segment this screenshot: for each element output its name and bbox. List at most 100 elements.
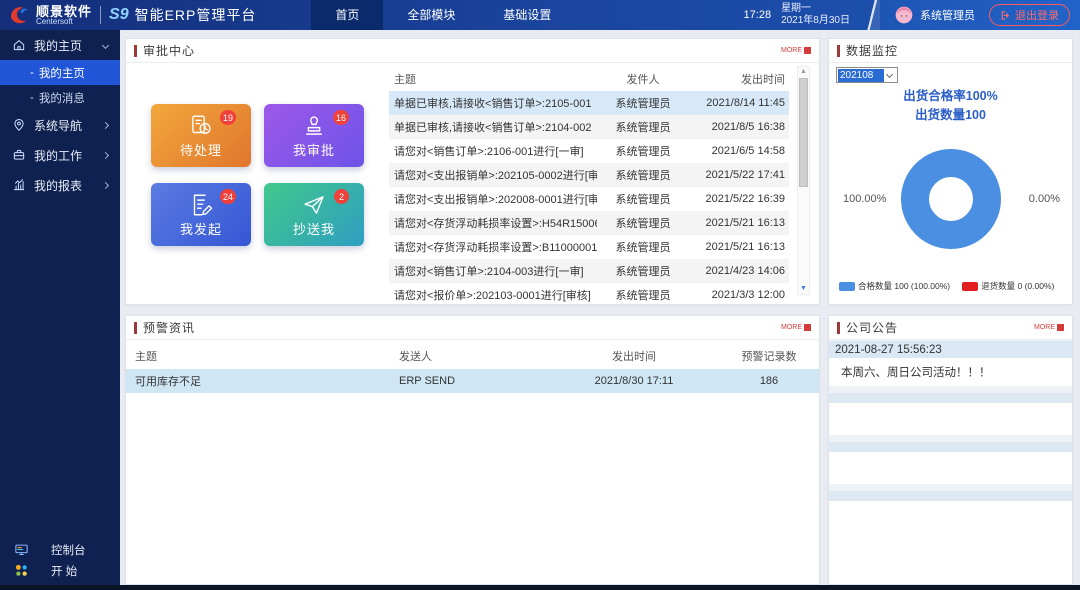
home-icon <box>12 38 26 52</box>
announcements-more-link[interactable]: MORE <box>1034 324 1064 331</box>
chevron-right-icon <box>102 151 109 158</box>
approval-table-scrollbar[interactable]: ▲ ▼ <box>797 66 810 295</box>
monitor-panel-title: 数据监控 <box>846 42 898 59</box>
alerts-more-link[interactable]: MORE <box>781 324 811 331</box>
legend-swatch <box>962 282 978 291</box>
period-value: 202108 <box>838 69 884 82</box>
table-row[interactable]: 请您对<销售订单>:2104-003进行[一审]系统管理员2021/4/23 1… <box>389 259 789 283</box>
announcement-content <box>829 403 1072 435</box>
pass-rate-text: 出货合格率100% <box>829 87 1072 106</box>
table-row[interactable]: 请您对<报价单>:202103-0001进行[审核]系统管理员2021/3/3 … <box>389 283 789 307</box>
chevron-down-icon <box>102 41 109 48</box>
column-header: 发出时间 <box>689 71 789 87</box>
cell-subject: 单据已审核,请接收<销售订单>:2104-002 <box>389 119 597 135</box>
chart-legend: 合格数量 100 (100.00%)退货数量 0 (0.00%) <box>839 280 1054 292</box>
period-dropdown[interactable]: 202108 <box>836 67 898 83</box>
nav-tab[interactable]: 全部模块 <box>383 0 479 30</box>
alert-row[interactable]: 可用库存不足ERP SEND2021/8/30 17:11186 <box>126 369 819 393</box>
briefcase-icon <box>12 148 26 162</box>
cell-sender: 系统管理员 <box>597 287 689 303</box>
legend-item: 退货数量 0 (0.00%) <box>962 280 1054 292</box>
table-row[interactable]: 请您对<存货浮动耗损率设置>:H54R15006002进行[审核]系统管理员20… <box>389 211 789 235</box>
approval-tile[interactable]: 抄送我2 <box>264 183 364 246</box>
weekday: 星期一 <box>781 3 850 16</box>
table-row[interactable]: 单据已审核,请接收<销售订单>:2104-002系统管理员2021/8/5 16… <box>389 115 789 139</box>
sidebar-menu: 我的主页-我的主页-我的消息系统导航我的工作我的报表 <box>0 30 120 200</box>
nav-tab[interactable]: 首页 <box>311 0 383 30</box>
company-logo-icon <box>8 3 32 27</box>
announcements-panel: 公司公告 MORE 2021-08-27 15:56:23本周六、周日公司活动！… <box>828 315 1073 585</box>
chevron-down-icon <box>886 70 893 77</box>
top-header: 顺景软件 Centersoft S9 智能ERP管理平台 首页全部模块基础设置 … <box>0 0 1080 30</box>
logout-button[interactable]: 退出登录 <box>989 4 1070 26</box>
navigation-icon <box>12 118 26 132</box>
scroll-up-icon[interactable]: ▲ <box>798 67 809 77</box>
title-accent-bar <box>134 45 137 57</box>
shipment-count-text: 出货数量100 <box>829 106 1072 125</box>
announcements-panel-header: 公司公告 MORE <box>829 316 1072 340</box>
chevron-right-icon <box>102 121 109 128</box>
announcement-date: 2021-08-27 15:56:23 <box>829 341 1072 358</box>
cell-time: 2021/8/5 16:38 <box>689 121 789 133</box>
alerts-panel: 预警资讯 MORE 主题发送人发出时间预警记录数 可用库存不足ERP SEND2… <box>125 315 820 585</box>
donut-right-label: 0.00% <box>1029 193 1060 205</box>
title-accent-bar <box>837 45 840 57</box>
alerts-table: 主题发送人发出时间预警记录数 可用库存不足ERP SEND2021/8/30 1… <box>126 343 819 393</box>
date: 2021年8月30日 <box>781 15 850 28</box>
scrollbar-thumb[interactable] <box>799 78 808 187</box>
approval-tile[interactable]: 我发起24 <box>151 183 251 246</box>
sidebar-item[interactable]: 系统导航 <box>0 110 120 140</box>
cell-time: 2021/6/5 14:58 <box>689 145 789 157</box>
header-diagonal-divider <box>864 0 880 30</box>
cell-subject: 请您对<销售订单>:2106-001进行[一审] <box>389 143 597 159</box>
sidebar-item[interactable]: 我的主页 <box>0 30 120 60</box>
data-monitor-panel: 数据监控 202108 出货合格率100% 出货数量100 100.00% 0.… <box>828 38 1073 305</box>
announcement-item-empty <box>829 491 1072 583</box>
cell-subject: 请您对<存货浮动耗损率设置>:H54R15006002进行[审核] <box>389 215 597 231</box>
announcement-date <box>829 491 1072 501</box>
nav-tab[interactable]: 基础设置 <box>479 0 575 30</box>
alerts-table-header: 主题发送人发出时间预警记录数 <box>126 343 819 369</box>
chevron-right-icon <box>102 181 109 188</box>
announcement-item[interactable]: 2021-08-27 15:56:23本周六、周日公司活动！！！ <box>829 341 1072 386</box>
sidebar-item[interactable]: 我的报表 <box>0 170 120 200</box>
sidebar-footer-item[interactable]: 控制台 <box>0 539 120 560</box>
report-icon <box>12 178 26 192</box>
table-row[interactable]: 请您对<支出报销单>:202008-0001进行[审核]系统管理员2021/5/… <box>389 187 789 211</box>
sidebar-item[interactable]: 我的工作 <box>0 140 120 170</box>
sidebar-subitem[interactable]: -我的主页 <box>0 60 120 85</box>
announcements-panel-body: 2021-08-27 15:56:23本周六、周日公司活动！！！ <box>829 340 1072 583</box>
sidebar-item-label: 系统导航 <box>34 117 82 134</box>
cell-time: 2021/8/30 17:11 <box>549 375 719 387</box>
cell-time: 2021/5/22 16:39 <box>689 193 789 205</box>
legend-label: 退货数量 0 (0.00%) <box>981 280 1054 292</box>
column-header: 发送人 <box>399 348 549 364</box>
approval-tile[interactable]: 待处理19 <box>151 104 251 167</box>
logo-name-cn: 顺景软件 <box>36 5 92 18</box>
donut-left-label: 100.00% <box>843 193 886 205</box>
cell-subject: 请您对<报价单>:202103-0001进行[审核] <box>389 287 597 303</box>
table-row[interactable]: 请您对<销售订单>:2106-001进行[一审]系统管理员2021/6/5 14… <box>389 139 789 163</box>
alerts-panel-body: 主题发送人发出时间预警记录数 可用库存不足ERP SEND2021/8/30 1… <box>126 340 819 583</box>
sidebar-subitem[interactable]: -我的消息 <box>0 85 120 110</box>
tile-label: 我审批 <box>293 140 335 159</box>
table-row[interactable]: 请您对<支出报销单>:202105-0002进行[审核]系统管理员2021/5/… <box>389 163 789 187</box>
cell-subject: 请您对<存货浮动耗损率设置>:B11000001进行[审核] <box>389 239 597 255</box>
table-row[interactable]: 单据已审核,请接收<销售订单>:2105-001系统管理员2021/8/14 1… <box>389 91 789 115</box>
scroll-down-icon[interactable]: ▼ <box>798 284 809 294</box>
sidebar-footer-item[interactable]: 开 始 <box>0 560 120 581</box>
approval-tile[interactable]: 我审批16 <box>264 104 364 167</box>
announcement-date <box>829 442 1072 452</box>
clock: 17:28 <box>744 9 772 21</box>
tile-badge: 2 <box>334 189 349 204</box>
main-nav: 首页全部模块基础设置 <box>311 0 575 30</box>
approval-more-link[interactable]: MORE <box>781 47 811 54</box>
approval-table-rows: 单据已审核,请接收<销售订单>:2105-001系统管理员2021/8/14 1… <box>389 91 789 307</box>
cell-sender: 系统管理员 <box>597 167 689 183</box>
column-header: 发件人 <box>597 71 689 87</box>
monitor-panel-header: 数据监控 <box>829 39 1072 63</box>
column-header: 发出时间 <box>549 348 719 364</box>
table-row[interactable]: 请您对<存货浮动耗损率设置>:B11000001进行[审核]系统管理员2021/… <box>389 235 789 259</box>
logo-divider <box>100 6 101 24</box>
cell-subject: 请您对<销售订单>:2104-003进行[一审] <box>389 263 597 279</box>
